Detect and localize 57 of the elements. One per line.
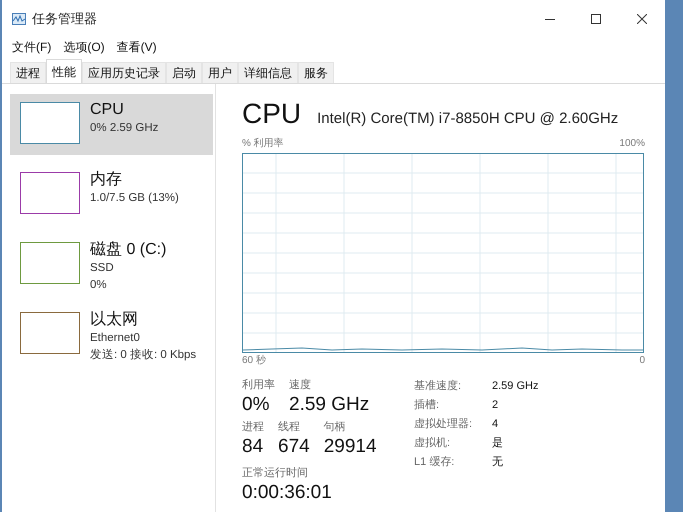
stat-label: 速度 — [289, 378, 312, 392]
item-title: CPU — [90, 100, 125, 120]
stat-value: 0% — [242, 393, 270, 417]
sidebar-item[interactable]: 以太网 Ethernet0 发送: 0 接收: 0 Kbps — [10, 304, 213, 365]
spec-label: 插槽: — [414, 398, 440, 413]
spec-label: L1 缓存: — [414, 455, 456, 470]
item-title: 磁盘 0 (C:) — [90, 240, 166, 260]
stat-label: 线程 — [278, 420, 301, 434]
item-title: 内存 — [90, 170, 123, 190]
item-detail: SSD — [90, 261, 115, 276]
spec-value: 4 — [492, 417, 500, 432]
item-title: 以太网 — [90, 310, 139, 330]
tab[interactable]: 启动 — [166, 62, 202, 83]
spec-label: 基准速度: — [414, 378, 462, 394]
tab[interactable]: 进程 — [10, 62, 46, 83]
item-detail: 0% 2.59 GHz — [90, 121, 158, 136]
axis-label: 60 秒 — [242, 354, 266, 368]
stat-value: 2.59 GHz — [289, 393, 370, 417]
item-detail: 发送: 0 接收: 0 Kbps — [90, 348, 196, 363]
maximize-icon — [591, 14, 601, 24]
stat-value: 0:00:36:01 — [242, 481, 333, 505]
spec-value: 2 — [492, 398, 500, 413]
spec-label: 虚拟处理器: — [414, 416, 474, 432]
stat-label: 正常运行时间 — [242, 466, 309, 480]
stat-value: 84 — [242, 435, 264, 459]
menu-item[interactable]: 文件(F) — [12, 38, 52, 56]
cpu-heading: CPU — [242, 97, 302, 131]
spec-value: 无 — [492, 455, 504, 470]
menu-item[interactable]: 查看(V) — [116, 38, 157, 56]
app-icon — [12, 13, 26, 25]
tab[interactable]: 详细信息 — [238, 62, 298, 83]
sidebar-item[interactable]: 内存 1.0/7.5 GB (13%) — [10, 164, 213, 225]
stat-label: 进程 — [242, 420, 264, 434]
sidebar-item[interactable]: 磁盘 0 (C:) SSD 0% — [10, 234, 213, 295]
spec-value: 2.59 GHz — [492, 379, 538, 394]
tab[interactable]: 服务 — [298, 62, 334, 83]
stat-value: 674 — [278, 435, 310, 459]
axis-label: % 利用率 — [242, 136, 284, 151]
spec-value: 是 — [492, 436, 504, 451]
item-detail: 1.0/7.5 GB (13%) — [90, 191, 179, 206]
stat-value: 29914 — [324, 435, 377, 459]
item-detail: Ethernet0 — [90, 331, 141, 346]
axis-label: 0 — [639, 354, 645, 368]
window-title: 任务管理器 — [32, 10, 97, 28]
tab[interactable]: 应用历史记录 — [82, 62, 166, 83]
menu-item[interactable]: 选项(O) — [63, 38, 105, 56]
tab[interactable]: 性能 — [46, 59, 82, 83]
spec-label: 虚拟机: — [414, 436, 452, 451]
close-icon — [637, 14, 647, 24]
tab[interactable]: 用户 — [202, 62, 238, 83]
cpu-model: Intel(R) Core(TM) i7-8850H CPU @ 2.60GHz — [317, 109, 618, 129]
axis-label: 100% — [619, 137, 645, 151]
minimize-icon — [545, 18, 555, 20]
sidebar-item[interactable]: CPU 0% 2.59 GHz — [10, 94, 213, 155]
stat-label: 句柄 — [324, 420, 347, 434]
item-detail: 0% — [90, 278, 108, 293]
stat-label: 利用率 — [242, 378, 275, 392]
